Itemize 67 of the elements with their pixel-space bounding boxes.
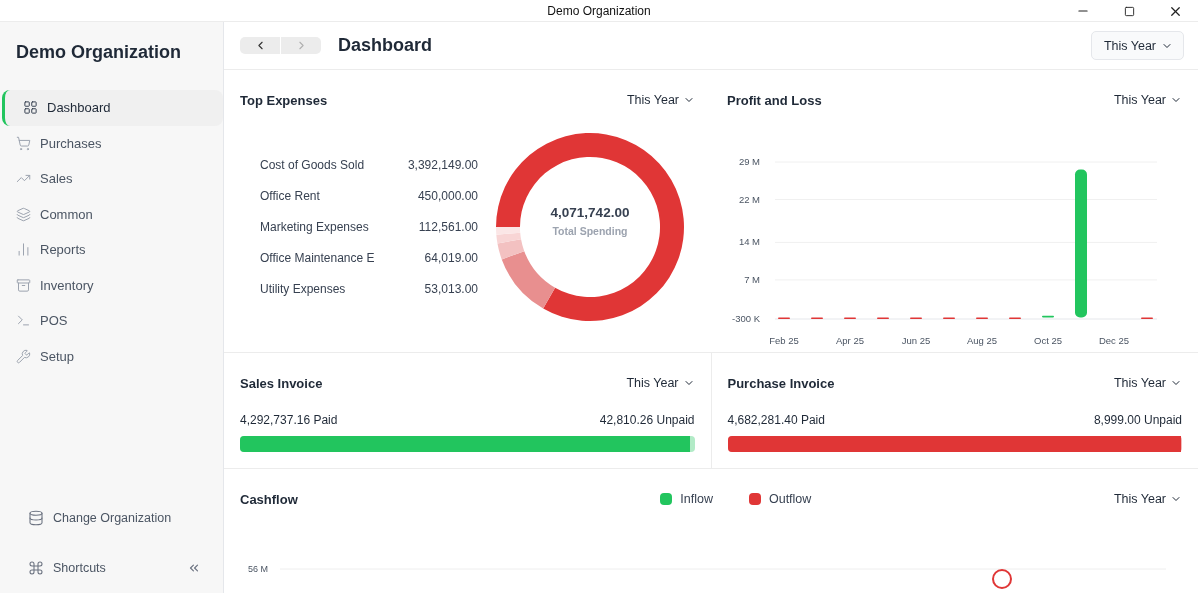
sidebar-item[interactable]: Common [2,196,223,232]
sidebar-item[interactable]: Reports [2,232,223,268]
axis-label: 7 M [744,273,760,285]
axis-label: 29 M [738,156,760,167]
axis-label: Dec 25 [1098,335,1130,346]
unpaid-amount: 42,810.26 Unpaid [599,413,695,427]
axis-label: Feb 25 [769,335,799,346]
collapse-icon[interactable] [187,561,201,575]
command-icon [28,560,44,576]
axis-label: 56 M [248,564,268,574]
expense-amount: 64,019.00 [424,251,478,265]
layers-icon [16,206,31,222]
panel-title: Sales Invoice [240,375,323,391]
expense-amount: 450,000.00 [417,189,478,203]
panel-title: Profit and Loss [727,92,822,108]
total-label: Total Spending [552,225,628,237]
legend-item: Outflow [748,492,812,506]
panel-title: Cashflow [240,491,298,507]
sidebar-item[interactable]: POS [2,303,223,339]
archive-icon [16,277,31,293]
sidebar-item[interactable]: Purchases [2,125,223,161]
panel-title: Purchase Invoice [727,375,835,391]
sidebar-footer-item[interactable]: Change Organization [2,493,223,543]
data-point [992,569,1012,589]
bar-chart-icon [16,242,31,258]
sidebar-item[interactable]: Dashboard [2,90,223,126]
terminal-icon [16,313,31,329]
period-dropdown[interactable]: This Year [1113,93,1182,107]
back-button[interactable] [240,37,280,54]
paid-amount: 4,292,737.16 Paid [240,413,338,427]
wrench-icon [16,348,31,364]
cart-icon [16,135,31,151]
expense-name: Marketing Expenses [260,220,369,234]
expense-amount: 3,392,149.00 [407,158,478,172]
axis-label: Jun 25 [901,335,931,346]
axis-label: 14 M [738,236,760,248]
maximize-icon [1123,5,1135,17]
expense-name: Cost of Goods Sold [260,158,365,172]
sidebar-item[interactable]: Setup [2,338,223,374]
period-dropdown[interactable]: This Year [1113,376,1182,390]
legend-item: Inflow [660,492,713,506]
period-button[interactable]: This Year [1090,31,1184,60]
expense-name: Utility Expenses [260,282,346,296]
database-icon [28,510,44,526]
unpaid-amount: 8,999.00 Unpaid [1093,413,1182,427]
total-amount: 4,071,742.00 [550,205,630,220]
axis-label: 22 M [738,193,760,205]
paid-amount: 4,682,281.40 Paid [727,413,825,427]
organization-name: Demo Organization [15,41,182,64]
axis-label: Aug 25 [966,335,998,346]
page-title: Dashboard [338,35,434,56]
period-dropdown[interactable]: This Year [1113,492,1182,506]
period-dropdown[interactable]: This Year [626,93,695,107]
sidebar-item[interactable]: Inventory [2,267,223,303]
expense-amount: 53,013.00 [424,282,478,296]
axis-label: -300 K [732,313,760,324]
period-dropdown[interactable]: This Year [626,376,695,390]
sidebar-item[interactable]: Sales [2,161,223,197]
grid-icon [23,100,38,116]
expense-name: Office Maintenance E [260,251,375,265]
panel-title: Top Expenses [240,92,328,108]
axis-label: Apr 25 [836,335,864,346]
expense-name: Office Rent [260,189,320,203]
axis-label: Oct 25 [1034,335,1062,346]
window-title: Demo Organization [547,3,651,18]
sidebar-footer-item[interactable]: Shortcuts [2,543,223,593]
expense-amount: 112,561.00 [418,220,478,234]
